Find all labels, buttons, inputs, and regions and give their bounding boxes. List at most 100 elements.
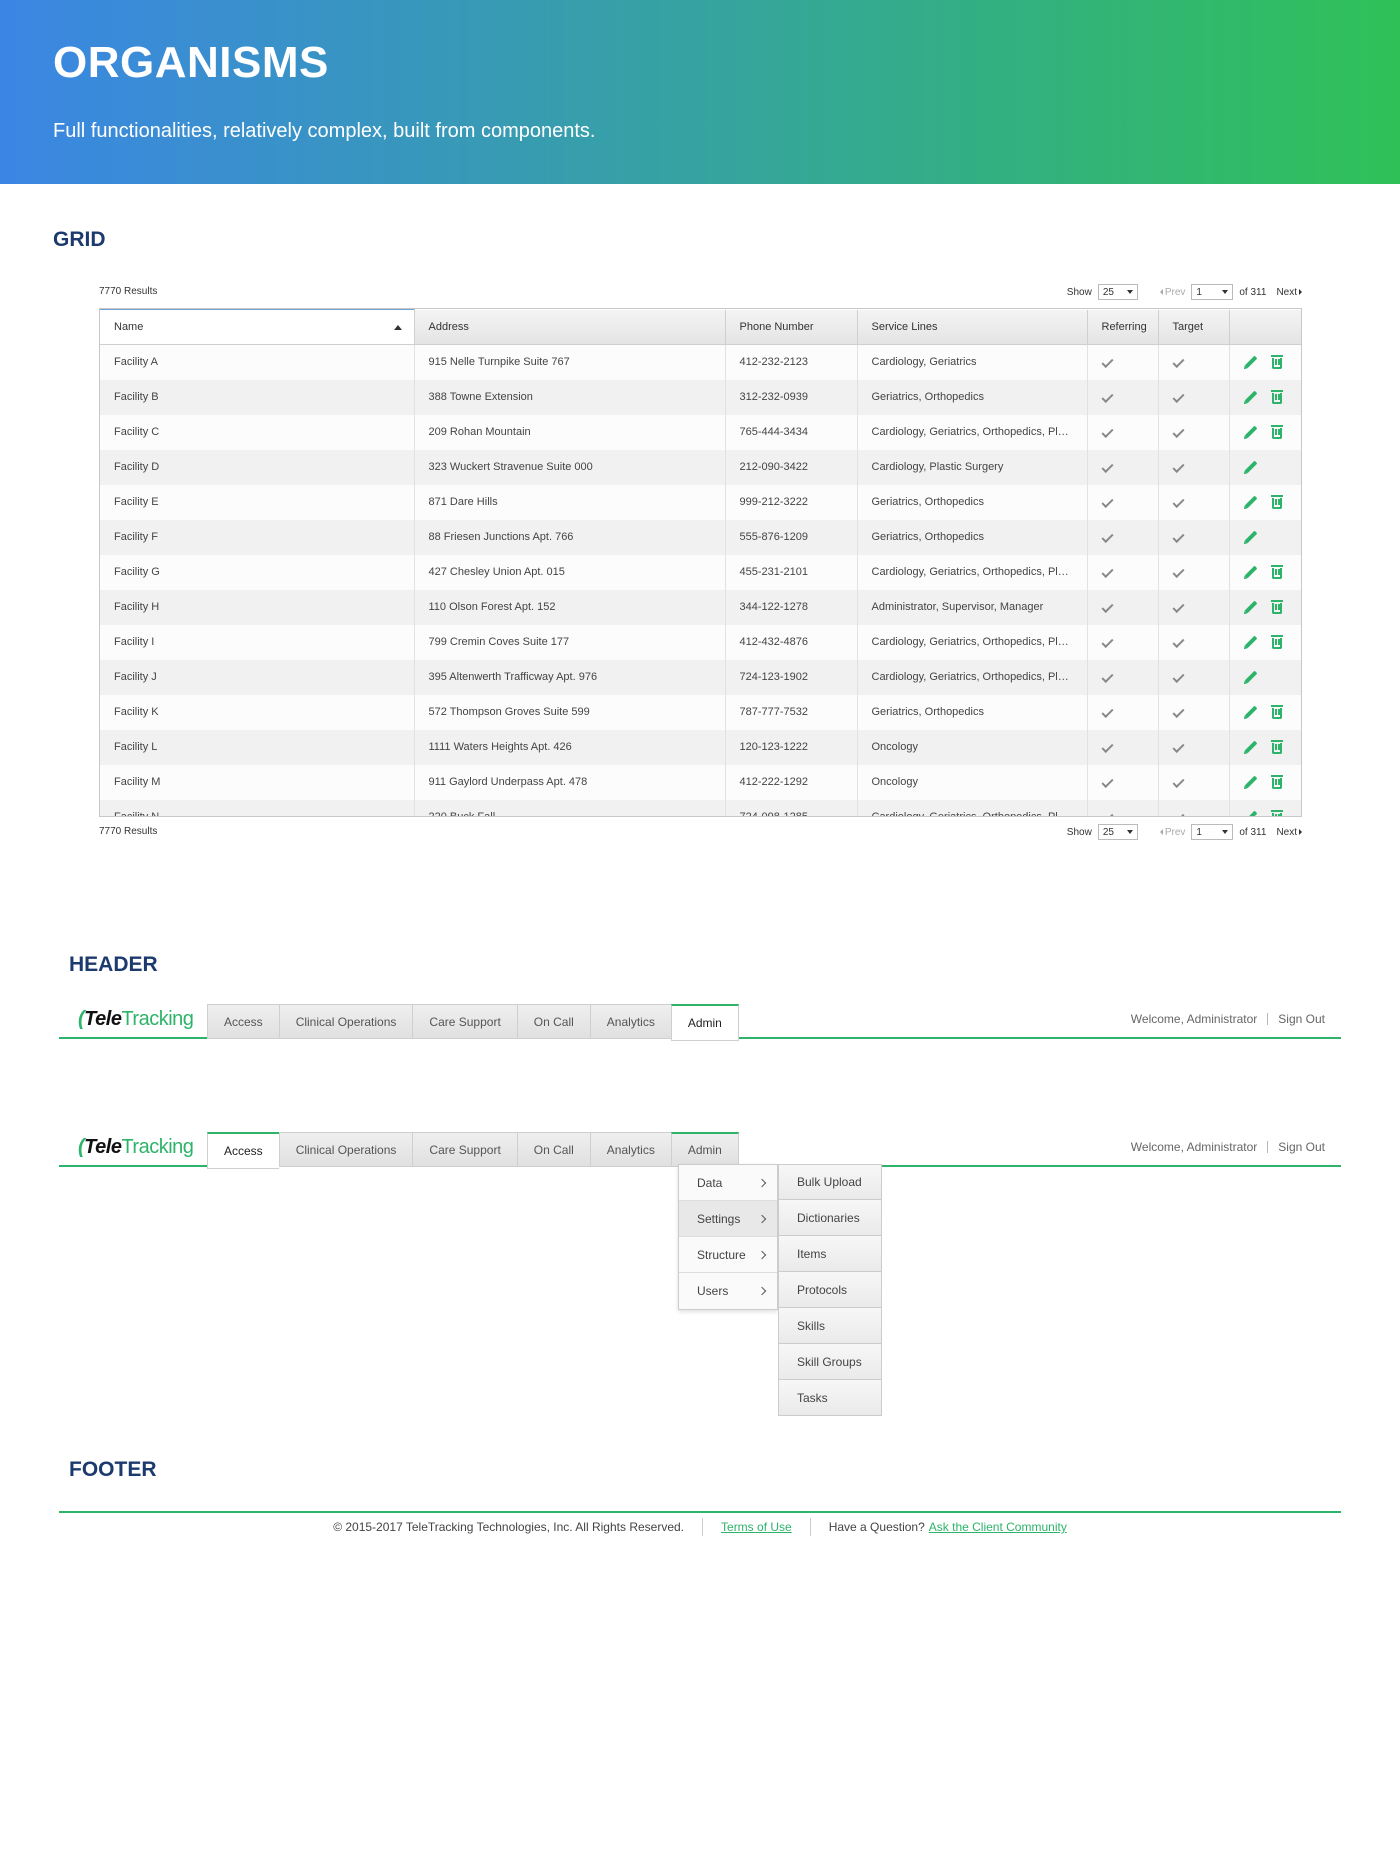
sign-out-link[interactable]: Sign Out xyxy=(1278,1012,1325,1026)
check-icon xyxy=(1100,565,1114,579)
question-text: Have a Question? xyxy=(828,1520,925,1534)
edit-pencil-icon[interactable] xyxy=(1244,390,1257,404)
edit-pencil-icon[interactable] xyxy=(1244,775,1257,789)
table-row[interactable]: Facility I 799 Cremin Coves Suite 177 412-… xyxy=(100,624,1301,660)
table-row[interactable]: Facility E 871 Dare Hills 999-212-3222 Geri… xyxy=(100,484,1301,520)
delete-trash-icon[interactable] xyxy=(1270,704,1283,719)
edit-pencil-icon[interactable] xyxy=(1244,460,1257,474)
submenu-item-items[interactable]: Items xyxy=(778,1236,882,1272)
cell-phone: 765-444-3434 xyxy=(725,414,858,450)
pager: Show 25 Prev 1 of 311 Next xyxy=(1067,822,1302,842)
tab-access[interactable]: Access xyxy=(207,1004,279,1039)
tab-admin[interactable]: Admin xyxy=(670,1132,739,1167)
tab-on-call[interactable]: On Call xyxy=(516,1132,590,1167)
edit-pencil-icon[interactable] xyxy=(1244,810,1257,816)
table-row[interactable]: Facility B 388 Towne Extension 312-232-093… xyxy=(100,379,1301,415)
tab-clinical-operations[interactable]: Clinical Operations xyxy=(278,1004,413,1039)
edit-pencil-icon[interactable] xyxy=(1244,635,1257,649)
delete-trash-icon[interactable] xyxy=(1270,599,1283,614)
next-button[interactable]: Next xyxy=(1276,827,1302,838)
cell-target xyxy=(1158,379,1230,415)
delete-trash-icon[interactable] xyxy=(1270,354,1283,369)
tab-admin[interactable]: Admin xyxy=(670,1004,739,1041)
menu-item-users[interactable]: Users xyxy=(679,1273,777,1309)
edit-pencil-icon[interactable] xyxy=(1244,705,1257,719)
cell-target xyxy=(1158,589,1230,625)
table-row[interactable]: Facility M 911 Gaylord Underpass Apt. 478… xyxy=(100,764,1301,800)
tab-clinical-operations[interactable]: Clinical Operations xyxy=(278,1132,413,1167)
chevron-right-icon xyxy=(757,1214,767,1223)
page-size-select[interactable]: 25 xyxy=(1097,824,1138,840)
chevron-right-icon xyxy=(757,1178,767,1187)
edit-pencil-icon[interactable] xyxy=(1244,530,1257,544)
prev-button[interactable]: Prev xyxy=(1159,287,1185,298)
delete-trash-icon[interactable] xyxy=(1270,774,1283,789)
edit-pencil-icon[interactable] xyxy=(1244,355,1257,369)
edit-pencil-icon[interactable] xyxy=(1244,425,1257,439)
column-header-service-lines[interactable]: Service Lines xyxy=(857,309,1088,345)
cell-referring xyxy=(1087,344,1159,380)
table-row[interactable]: Facility C 209 Rohan Mountain 765-444-3434… xyxy=(100,414,1301,450)
delete-trash-icon[interactable] xyxy=(1270,634,1283,649)
main-nav: Access Clinical Operations Care Support … xyxy=(207,1132,739,1169)
table-row[interactable]: Facility H 110 Olson Forest Apt. 152 344-1… xyxy=(100,589,1301,625)
table-row[interactable]: Facility J 395 Altenwerth Trafficway Apt.… xyxy=(100,659,1301,695)
delete-trash-icon[interactable] xyxy=(1270,389,1283,404)
teletracking-logo[interactable]: (TeleTracking xyxy=(78,1008,194,1031)
table-row[interactable]: Facility A 915 Nelle Turnpike Suite 767 41… xyxy=(100,344,1301,380)
sign-out-link[interactable]: Sign Out xyxy=(1278,1140,1325,1154)
column-header-address[interactable]: Address xyxy=(414,309,726,345)
submenu-item-skill-groups[interactable]: Skill Groups xyxy=(778,1344,882,1380)
submenu-item-skills[interactable]: Skills xyxy=(778,1308,882,1344)
tab-analytics[interactable]: Analytics xyxy=(589,1132,671,1167)
cell-name: Facility J xyxy=(100,659,415,695)
edit-pencil-icon[interactable] xyxy=(1244,740,1257,754)
table-row[interactable]: Facility D 323 Wuckert Stravenue Suite 00… xyxy=(100,449,1301,485)
page-size-select[interactable]: 25 xyxy=(1097,284,1138,300)
menu-item-settings[interactable]: Settings xyxy=(679,1201,777,1237)
page-select[interactable]: 1 xyxy=(1191,824,1234,840)
menu-item-data[interactable]: Data xyxy=(679,1165,777,1201)
column-header-name[interactable]: Name xyxy=(100,309,415,345)
delete-trash-icon[interactable] xyxy=(1270,739,1283,754)
table-row[interactable]: Facility L 1111 Waters Heights Apt. 426 12… xyxy=(100,729,1301,765)
page-select[interactable]: 1 xyxy=(1191,284,1234,300)
results-count: 7770 Results xyxy=(99,286,158,297)
column-header-phone[interactable]: Phone Number xyxy=(725,309,858,345)
table-row[interactable]: Facility K 572 Thompson Groves Suite 599 7… xyxy=(100,694,1301,730)
hero-banner: ORGANISMS Full functionalities, relative… xyxy=(0,0,1400,184)
menu-item-structure[interactable]: Structure xyxy=(679,1237,777,1273)
tab-on-call[interactable]: On Call xyxy=(516,1004,590,1039)
submenu-item-tasks[interactable]: Tasks xyxy=(778,1380,882,1416)
delete-trash-icon[interactable] xyxy=(1270,564,1283,579)
submenu-item-dictionaries[interactable]: Dictionaries xyxy=(778,1200,882,1236)
cell-service-lines: Geriatrics, Orthopedics xyxy=(857,484,1088,520)
tab-analytics[interactable]: Analytics xyxy=(589,1004,671,1039)
terms-of-use-link[interactable]: Terms of Use xyxy=(721,1520,792,1534)
tab-care-support[interactable]: Care Support xyxy=(412,1132,517,1167)
submenu-item-protocols[interactable]: Protocols xyxy=(778,1272,882,1308)
delete-trash-icon[interactable] xyxy=(1270,809,1283,816)
section-title-footer: FOOTER xyxy=(69,1458,157,1481)
next-button[interactable]: Next xyxy=(1276,287,1302,298)
column-header-target[interactable]: Target xyxy=(1158,309,1230,345)
tab-care-support[interactable]: Care Support xyxy=(412,1004,517,1039)
edit-pencil-icon[interactable] xyxy=(1244,565,1257,579)
submenu-item-bulk-upload[interactable]: Bulk Upload xyxy=(778,1164,882,1200)
table-row[interactable]: Facility G 427 Chesley Union Apt. 015 455-… xyxy=(100,554,1301,590)
column-header-referring[interactable]: Referring xyxy=(1087,309,1159,345)
cell-address: 427 Chesley Union Apt. 015 xyxy=(414,554,726,590)
delete-trash-icon[interactable] xyxy=(1270,424,1283,439)
edit-pencil-icon[interactable] xyxy=(1244,670,1257,684)
prev-button[interactable]: Prev xyxy=(1159,827,1185,838)
client-community-link[interactable]: Ask the Client Community xyxy=(929,1520,1067,1534)
edit-pencil-icon[interactable] xyxy=(1244,495,1257,509)
table-row[interactable]: Facility F 88 Friesen Junctions Apt. 766 5… xyxy=(100,519,1301,555)
table-row[interactable]: Facility N 220 Buck Fall 724-098-1285 Cardi… xyxy=(100,799,1301,816)
teletracking-logo[interactable]: (TeleTracking xyxy=(78,1136,194,1159)
delete-trash-icon[interactable] xyxy=(1270,494,1283,509)
cell-actions xyxy=(1229,344,1301,380)
cell-service-lines: Administrator, Supervisor, Manager xyxy=(857,589,1088,625)
edit-pencil-icon[interactable] xyxy=(1244,600,1257,614)
tab-access[interactable]: Access xyxy=(207,1132,279,1169)
